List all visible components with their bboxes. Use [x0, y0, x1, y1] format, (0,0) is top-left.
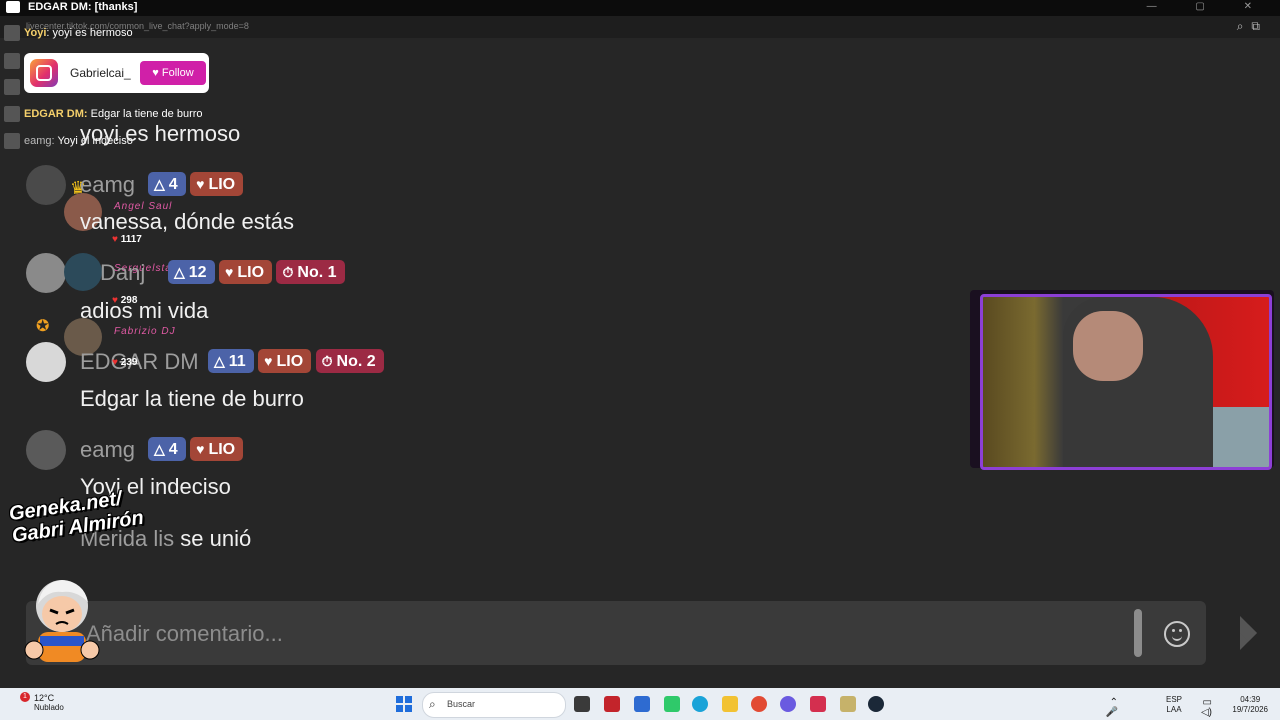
avatar: [4, 25, 20, 42]
avatar: [4, 106, 20, 123]
task-view-icon[interactable]: [574, 696, 590, 712]
url-bar: livecenter.tiktok.com/common_live_chat?a…: [0, 16, 1280, 38]
folder-icon[interactable]: [722, 696, 738, 712]
app-icon[interactable]: [810, 696, 826, 712]
level-badge: △ 11: [208, 349, 254, 373]
comment-placeholder: Añadir comentario...: [86, 621, 283, 646]
avatar[interactable]: [26, 165, 66, 205]
taskbar-search[interactable]: ⌕ Buscar: [422, 692, 566, 718]
weather-widget[interactable]: 1 12°C Nublado: [8, 692, 64, 713]
badge-row: △ 4 ♥ LIO: [148, 437, 244, 461]
window-controls[interactable]: — ▢ ✕: [1147, 0, 1270, 14]
store-icon[interactable]: [634, 696, 650, 712]
level-badge: △ 4: [148, 172, 186, 196]
fan-badge: ♥ LIO: [219, 260, 273, 284]
game-icon[interactable]: [840, 696, 856, 712]
rank-badge: ⏱ No. 2: [315, 349, 384, 373]
steam-icon[interactable]: [868, 696, 884, 712]
badge-row: △ 11 ♥ LIO ⏱ No. 2: [208, 349, 384, 373]
avatar[interactable]: [26, 253, 66, 293]
gift-sender-name: Fabrizio DJ: [114, 326, 176, 337]
window-titlebar: EDGAR DM: [thanks] — ▢ ✕: [0, 0, 1280, 16]
fan-badge: ♥ LIO: [190, 437, 244, 461]
send-icon[interactable]: [1223, 616, 1257, 650]
follow-button[interactable]: ♥ Follow: [140, 61, 206, 85]
chat-message-text: vanessa, dónde estás: [80, 209, 295, 234]
fan-badge: ♥ LIO: [258, 349, 312, 373]
gift-avatar: [64, 253, 102, 291]
chat-message-text: yoyi es hermoso: [80, 121, 241, 146]
chat-message-text: adios mi vida: [80, 298, 209, 323]
discord-icon[interactable]: [780, 696, 796, 712]
badge-row: △ 12 ♥ LIO ⏱ No. 1: [168, 260, 345, 284]
chat-username[interactable]: Danj: [100, 260, 145, 286]
fan-badge: ♥ LIO: [190, 172, 244, 196]
weather-condition: Nublado: [34, 703, 64, 712]
notification-badge: 1: [20, 692, 30, 702]
emoji-icon[interactable]: [1164, 621, 1190, 647]
comment-input[interactable]: Añadir comentario...: [26, 601, 1206, 665]
medal-icon: ✪: [36, 318, 50, 335]
taskbar: 1 12°C Nublado ⌕ Buscar ⌃ 🎤 ESP LAA ▭ ◁)…: [0, 688, 1280, 720]
search-icon: ⌕: [429, 697, 436, 711]
app-icon[interactable]: [604, 696, 620, 712]
clock[interactable]: 04:39 19/7/2026: [1232, 695, 1268, 715]
badge-row: △ 4 ♥ LIO: [148, 172, 244, 196]
app-icon: [6, 1, 20, 13]
window-title: EDGAR DM: [thanks]: [28, 1, 138, 13]
app-icon[interactable]: [664, 696, 680, 712]
chat-message-text: Edgar la tiene de burro: [80, 386, 304, 411]
windows-icon[interactable]: [396, 696, 412, 712]
input-scrollbar[interactable]: [1134, 609, 1142, 657]
chat-username[interactable]: EDGAR DM: [80, 349, 199, 375]
gift-count: ♥ 239: [112, 357, 138, 368]
avatar: [4, 133, 20, 150]
webcam-view: [980, 294, 1272, 470]
edge-icon[interactable]: [692, 696, 708, 712]
level-badge: △ 12: [168, 260, 215, 284]
instagram-icon: [30, 59, 58, 87]
network-volume-icons[interactable]: ▭ ◁): [1201, 698, 1212, 718]
url-bar-icons[interactable]: ⌕⧉: [1237, 19, 1268, 34]
level-badge: △ 4: [148, 437, 186, 461]
instagram-follow-card: Gabrielcai_ ♥ Follow: [24, 53, 209, 93]
feed-item: Yoyi: yoyi es hermoso: [4, 24, 133, 42]
avatar[interactable]: [26, 342, 66, 382]
feed-avatar-stack: [4, 52, 24, 70]
chat-username[interactable]: eamg: [80, 437, 135, 463]
rank-badge: ⏱ No. 1: [276, 260, 345, 284]
chrome-icon[interactable]: [751, 696, 767, 712]
feed-avatar-stack: [4, 78, 24, 96]
instagram-username: Gabrielcai_: [70, 66, 131, 80]
weather-temperature: 12°C: [34, 693, 55, 703]
tray-icons[interactable]: ⌃ 🎤: [1106, 698, 1118, 718]
cartoon-character-image: [24, 580, 100, 662]
avatar[interactable]: [26, 430, 66, 470]
gift-count: ♥ 1117: [112, 234, 142, 245]
language-indicator[interactable]: ESP LAA: [1166, 695, 1182, 715]
